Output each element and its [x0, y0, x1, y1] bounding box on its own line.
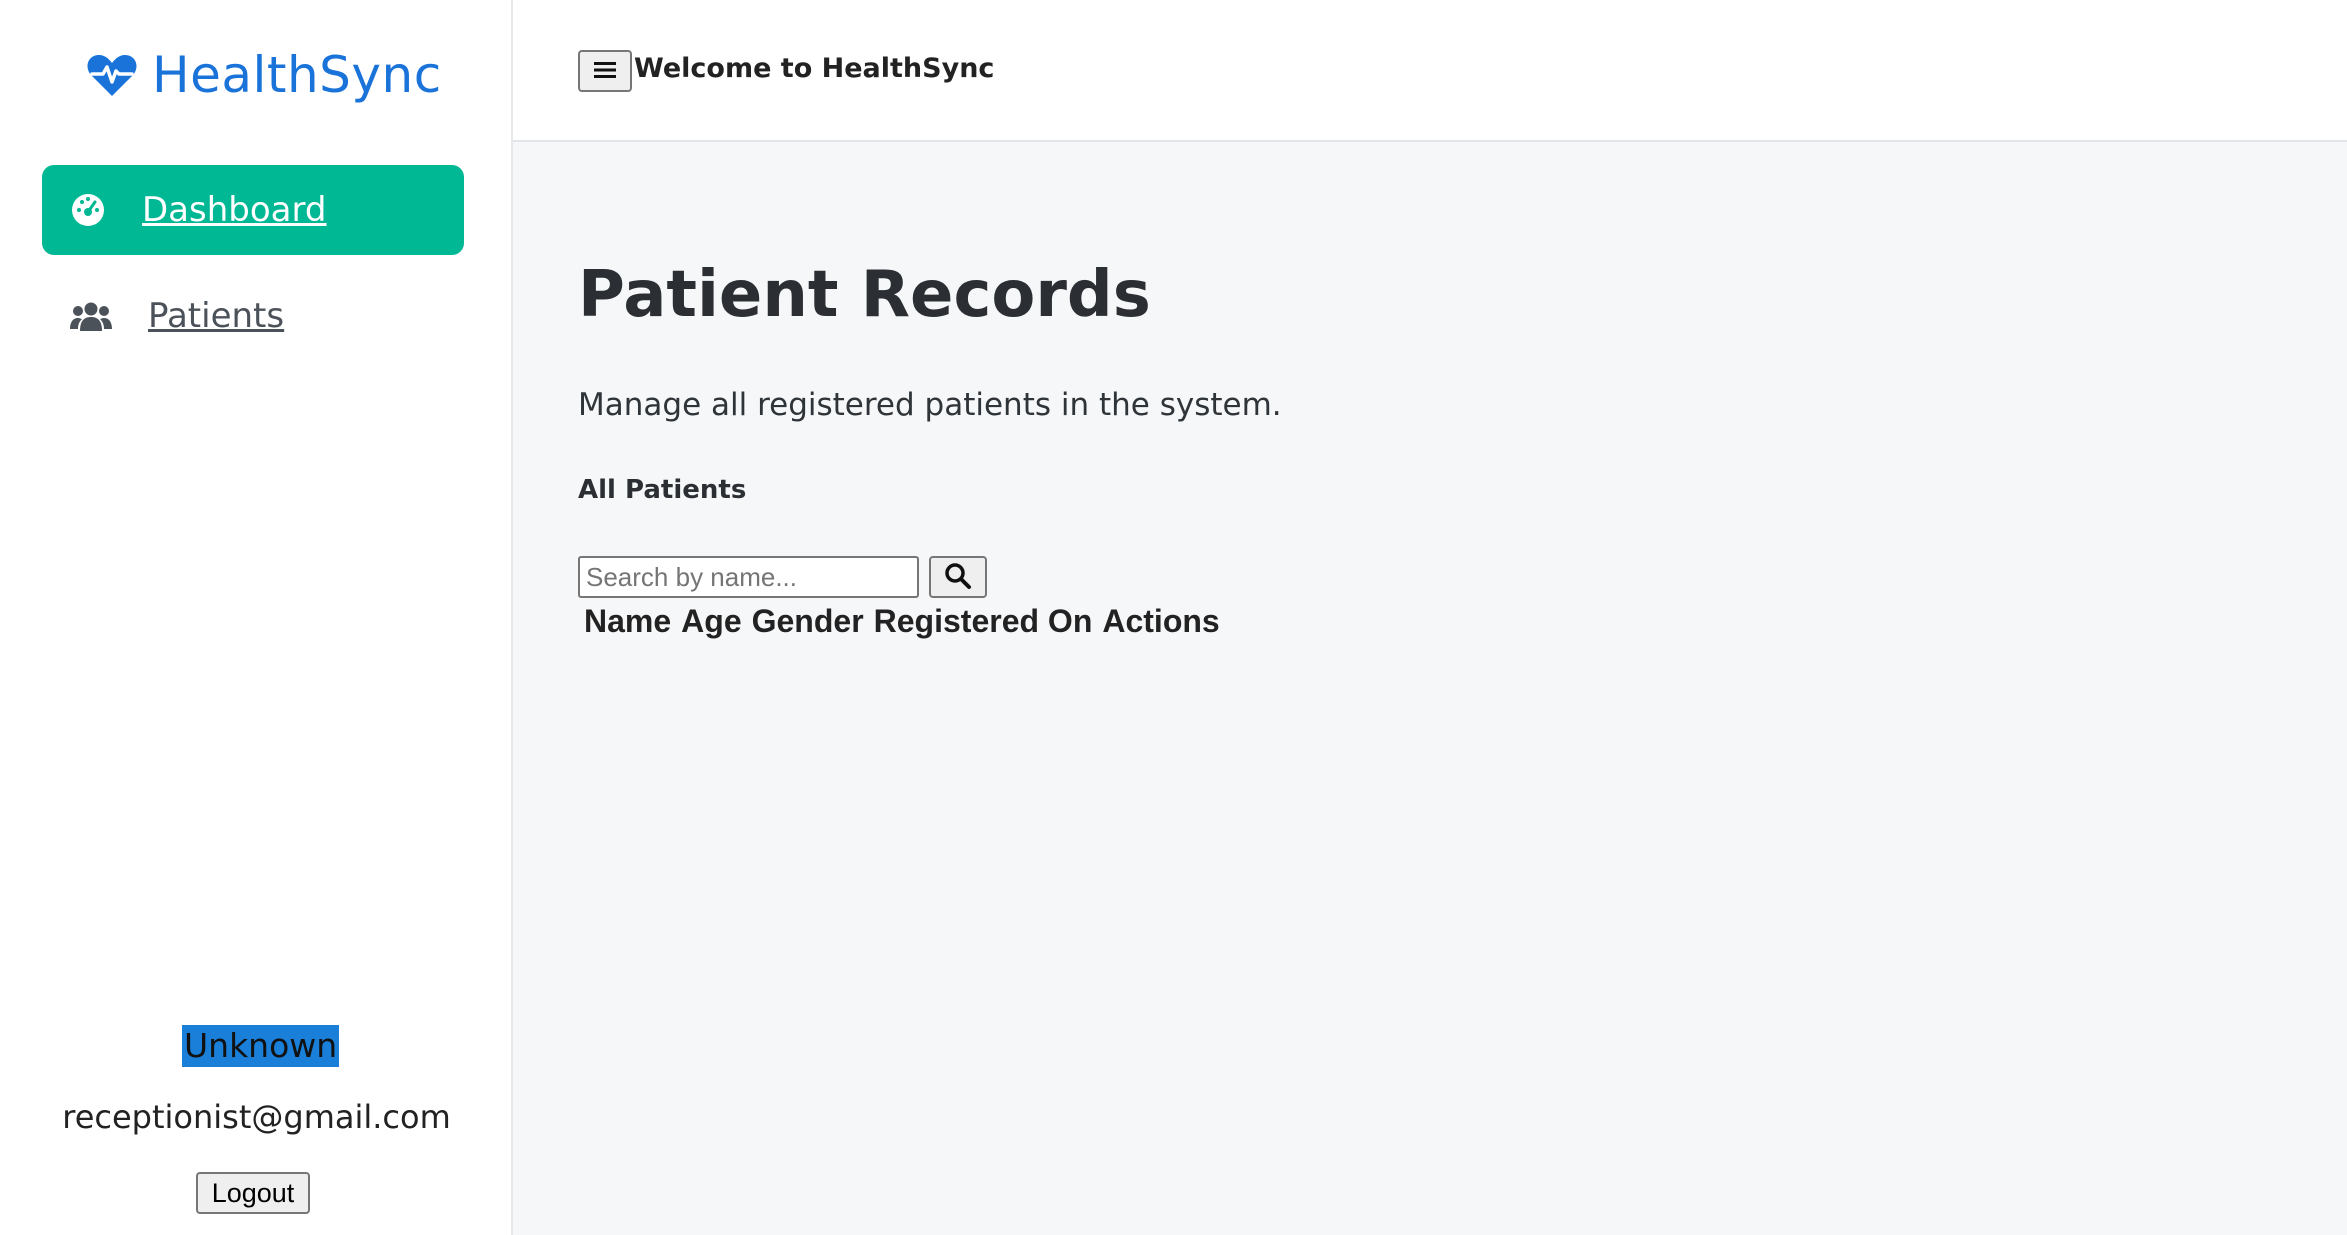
welcome-text: Welcome to HealthSync	[634, 53, 995, 84]
column-header-age: Age	[681, 603, 742, 639]
column-header-gender: Gender	[751, 603, 864, 639]
app: HealthSync Dashboard Patients Unknown re…	[0, 0, 2347, 1235]
search-icon	[944, 562, 972, 593]
gauge-icon	[70, 192, 106, 228]
sidebar-item-dashboard[interactable]: Dashboard	[42, 165, 464, 255]
brand-name: HealthSync	[152, 46, 442, 104]
sidebar-item-patients[interactable]: Patients	[42, 271, 464, 361]
main-content: Patient Records Manage all registered pa…	[513, 142, 2347, 1235]
menu-toggle-button[interactable]	[578, 50, 632, 92]
brand[interactable]: HealthSync	[86, 42, 442, 108]
heart-pulse-icon	[86, 52, 138, 98]
column-header-actions: Actions	[1102, 603, 1220, 639]
user-name: Unknown	[182, 1025, 340, 1067]
search-input[interactable]	[578, 556, 919, 598]
search-button[interactable]	[929, 556, 987, 598]
column-header-registered-on: Registered On	[873, 603, 1093, 639]
user-email: receptionist@gmail.com	[62, 1098, 451, 1136]
sidebar-item-label: Patients	[148, 296, 285, 336]
section-title: All Patients	[578, 475, 747, 505]
page-subtitle: Manage all registered patients in the sy…	[578, 387, 1282, 423]
sidebar: HealthSync Dashboard Patients Unknown re…	[0, 0, 513, 1235]
table-header: Name Age Gender Registered On Actions	[584, 603, 1220, 640]
hamburger-icon	[593, 54, 617, 88]
page-title: Patient Records	[578, 258, 1151, 332]
sidebar-item-label: Dashboard	[142, 190, 327, 230]
users-icon	[70, 299, 112, 333]
logout-button[interactable]: Logout	[196, 1172, 310, 1214]
column-header-name: Name	[584, 603, 672, 639]
top-header: Welcome to HealthSync	[513, 0, 2347, 142]
